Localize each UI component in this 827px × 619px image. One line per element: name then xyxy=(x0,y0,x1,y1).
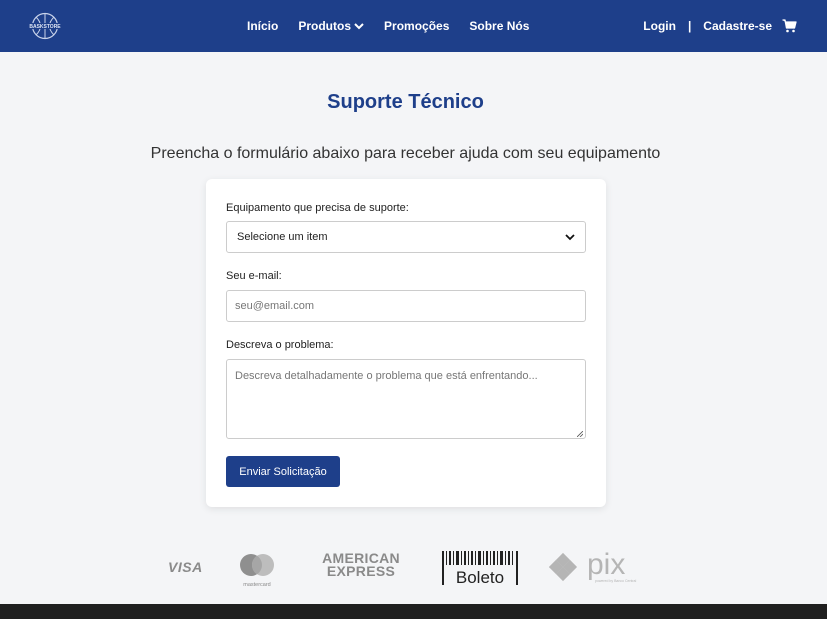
visa-logo: VISA xyxy=(168,559,203,575)
nav-promocoes-label: Promoções xyxy=(384,19,450,33)
boleto-logo-icon: Boleto xyxy=(442,551,518,585)
email-input[interactable] xyxy=(226,290,586,322)
store-logo-icon[interactable]: BASKSTORE xyxy=(28,11,62,41)
problem-label: Descreva o problema: xyxy=(226,339,334,351)
shopping-cart-icon xyxy=(782,19,797,33)
main-nav: Início Produtos Promoções Sobre Nós xyxy=(247,0,549,52)
signup-link[interactable]: Cadastre-se xyxy=(703,19,772,33)
equipment-select[interactable]: Selecione um item xyxy=(226,221,586,253)
svg-text:powered by Banco Central: powered by Banco Central xyxy=(595,579,636,583)
cart-button[interactable] xyxy=(782,19,797,33)
email-label: Seu e-mail: xyxy=(226,270,282,282)
svg-text:pix: pix xyxy=(587,550,625,581)
amex-logo: AMERICAN EXPRESS xyxy=(318,551,404,580)
nav-inicio-link[interactable]: Início xyxy=(247,19,278,33)
pix-logo-icon: pix powered by Banco Central xyxy=(549,550,636,583)
payment-methods: VISA mastercard AMERICAN EXPRESS Boleto … xyxy=(0,545,827,590)
nav-produtos-link[interactable]: Produtos xyxy=(298,19,364,33)
nav-produtos-label: Produtos xyxy=(298,19,352,33)
svg-text:Boleto: Boleto xyxy=(456,568,504,585)
nav-sobre-label: Sobre Nós xyxy=(469,19,530,33)
submit-request-button[interactable]: Enviar Solicitação xyxy=(226,456,340,487)
page-title: Suporte Técnico xyxy=(327,91,484,113)
chevron-down-icon xyxy=(565,233,575,240)
login-link[interactable]: Login xyxy=(643,19,676,33)
equipment-selected-value: Selecione um item xyxy=(237,231,328,243)
problem-textarea[interactable] xyxy=(226,359,586,439)
svg-text:BASKSTORE: BASKSTORE xyxy=(29,24,61,30)
nav-promocoes-link[interactable]: Promoções xyxy=(384,19,449,33)
amex-line2: EXPRESS xyxy=(326,563,396,579)
nav-inicio-label: Início xyxy=(247,19,279,33)
chevron-down-icon xyxy=(354,22,364,29)
svg-text:mastercard: mastercard xyxy=(243,582,271,588)
nav-sobre-link[interactable]: Sobre Nós xyxy=(469,19,529,33)
equipment-label: Equipamento que precisa de suporte: xyxy=(226,202,409,214)
top-navbar: BASKSTORE Início Produtos Promoções Sobr… xyxy=(0,0,827,52)
footer-bar xyxy=(0,604,827,619)
support-form-card: Equipamento que precisa de suporte: Sele… xyxy=(206,179,606,507)
page-subtitle: Preencha o formulário abaixo para recebe… xyxy=(150,145,661,162)
nav-separator: | xyxy=(687,19,692,33)
resize-handle-icon[interactable] xyxy=(577,431,583,437)
account-nav: Login | Cadastre-se xyxy=(643,0,797,52)
mastercard-logo-icon: mastercard xyxy=(240,554,274,588)
